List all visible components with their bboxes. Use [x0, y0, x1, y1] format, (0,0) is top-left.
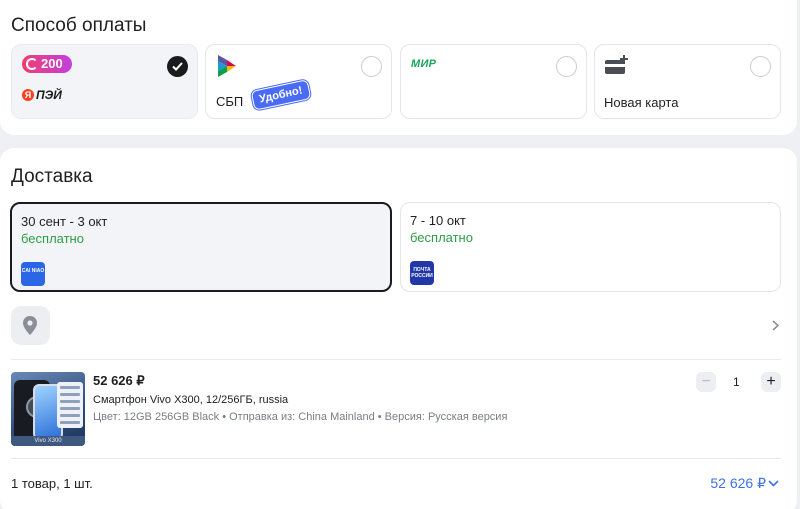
order-item-count: 1 товар, 1 шт. [11, 476, 93, 491]
sbp-label: СБП [216, 94, 244, 109]
payment-radio[interactable] [556, 56, 577, 77]
delivery-dates: 7 - 10 окт [410, 213, 466, 228]
cainiao-logo-icon: CAI NIAO [21, 262, 45, 286]
payment-option-points[interactable]: 200 Я ПЭЙ [11, 44, 198, 119]
delivery-title: Доставка [11, 166, 93, 187]
product-image-caption: Vivo X300 [11, 436, 85, 446]
divider [11, 359, 781, 360]
yandex-pay-icon: Я ПЭЙ [22, 88, 62, 102]
sbp-logo-icon [218, 55, 236, 77]
divider [11, 458, 781, 459]
product-price: 52 626 ₽ [93, 373, 145, 388]
quantity-value: 1 [733, 375, 740, 389]
delivery-option-1[interactable]: 30 сент - 3 окт бесплатно CAI NIAO [10, 202, 392, 292]
payment-radio-checked[interactable] [167, 56, 188, 77]
pickup-point-button[interactable] [11, 306, 50, 345]
quantity-decrease-button[interactable]: − [696, 372, 716, 392]
delivery-price: бесплатно [410, 230, 473, 245]
add-card-icon [605, 55, 628, 74]
payment-radio[interactable] [361, 56, 382, 77]
order-total-toggle[interactable]: 52 626 ₽ [710, 475, 779, 492]
ozon-points-icon: 200 [22, 55, 72, 73]
sbp-promo-sticker: Удобно! [250, 79, 312, 111]
payment-section: Способ оплаты 200 ЯПЭЙ СБП Удобно! МИР [0, 0, 797, 135]
payment-option-mir[interactable]: МИР [400, 44, 587, 119]
product-image[interactable]: Vivo X300 [11, 372, 85, 446]
payment-option-new-card[interactable]: Новая карта [594, 44, 781, 119]
mir-logo-icon: МИР [411, 58, 437, 70]
delivery-price: бесплатно [21, 231, 84, 246]
delivery-section: Доставка 30 сент - 3 окт бесплатно CAI N… [0, 148, 797, 509]
order-total: 52 626 ₽ [710, 475, 766, 491]
new-card-label: Новая карта [604, 95, 679, 110]
chevron-right-icon[interactable] [772, 320, 779, 331]
payment-option-sbp[interactable]: СБП Удобно! [205, 44, 392, 119]
payment-radio[interactable] [750, 56, 771, 77]
chevron-down-icon [768, 480, 779, 487]
russian-post-logo-icon: ПОЧТА РОССИИ [410, 261, 434, 285]
delivery-dates: 30 сент - 3 окт [21, 214, 108, 229]
delivery-option-2[interactable]: 7 - 10 окт бесплатно ПОЧТА РОССИИ [400, 202, 781, 292]
product-name[interactable]: Смартфон Vivo X300, 12/256ГБ, russia [93, 394, 288, 406]
quantity-increase-button[interactable]: + [761, 372, 781, 392]
payment-title: Способ оплаты [11, 15, 147, 36]
product-attributes: Цвет: 12GB 256GB Black • Отправка из: Ch… [93, 411, 508, 423]
location-pin-icon [23, 316, 37, 335]
